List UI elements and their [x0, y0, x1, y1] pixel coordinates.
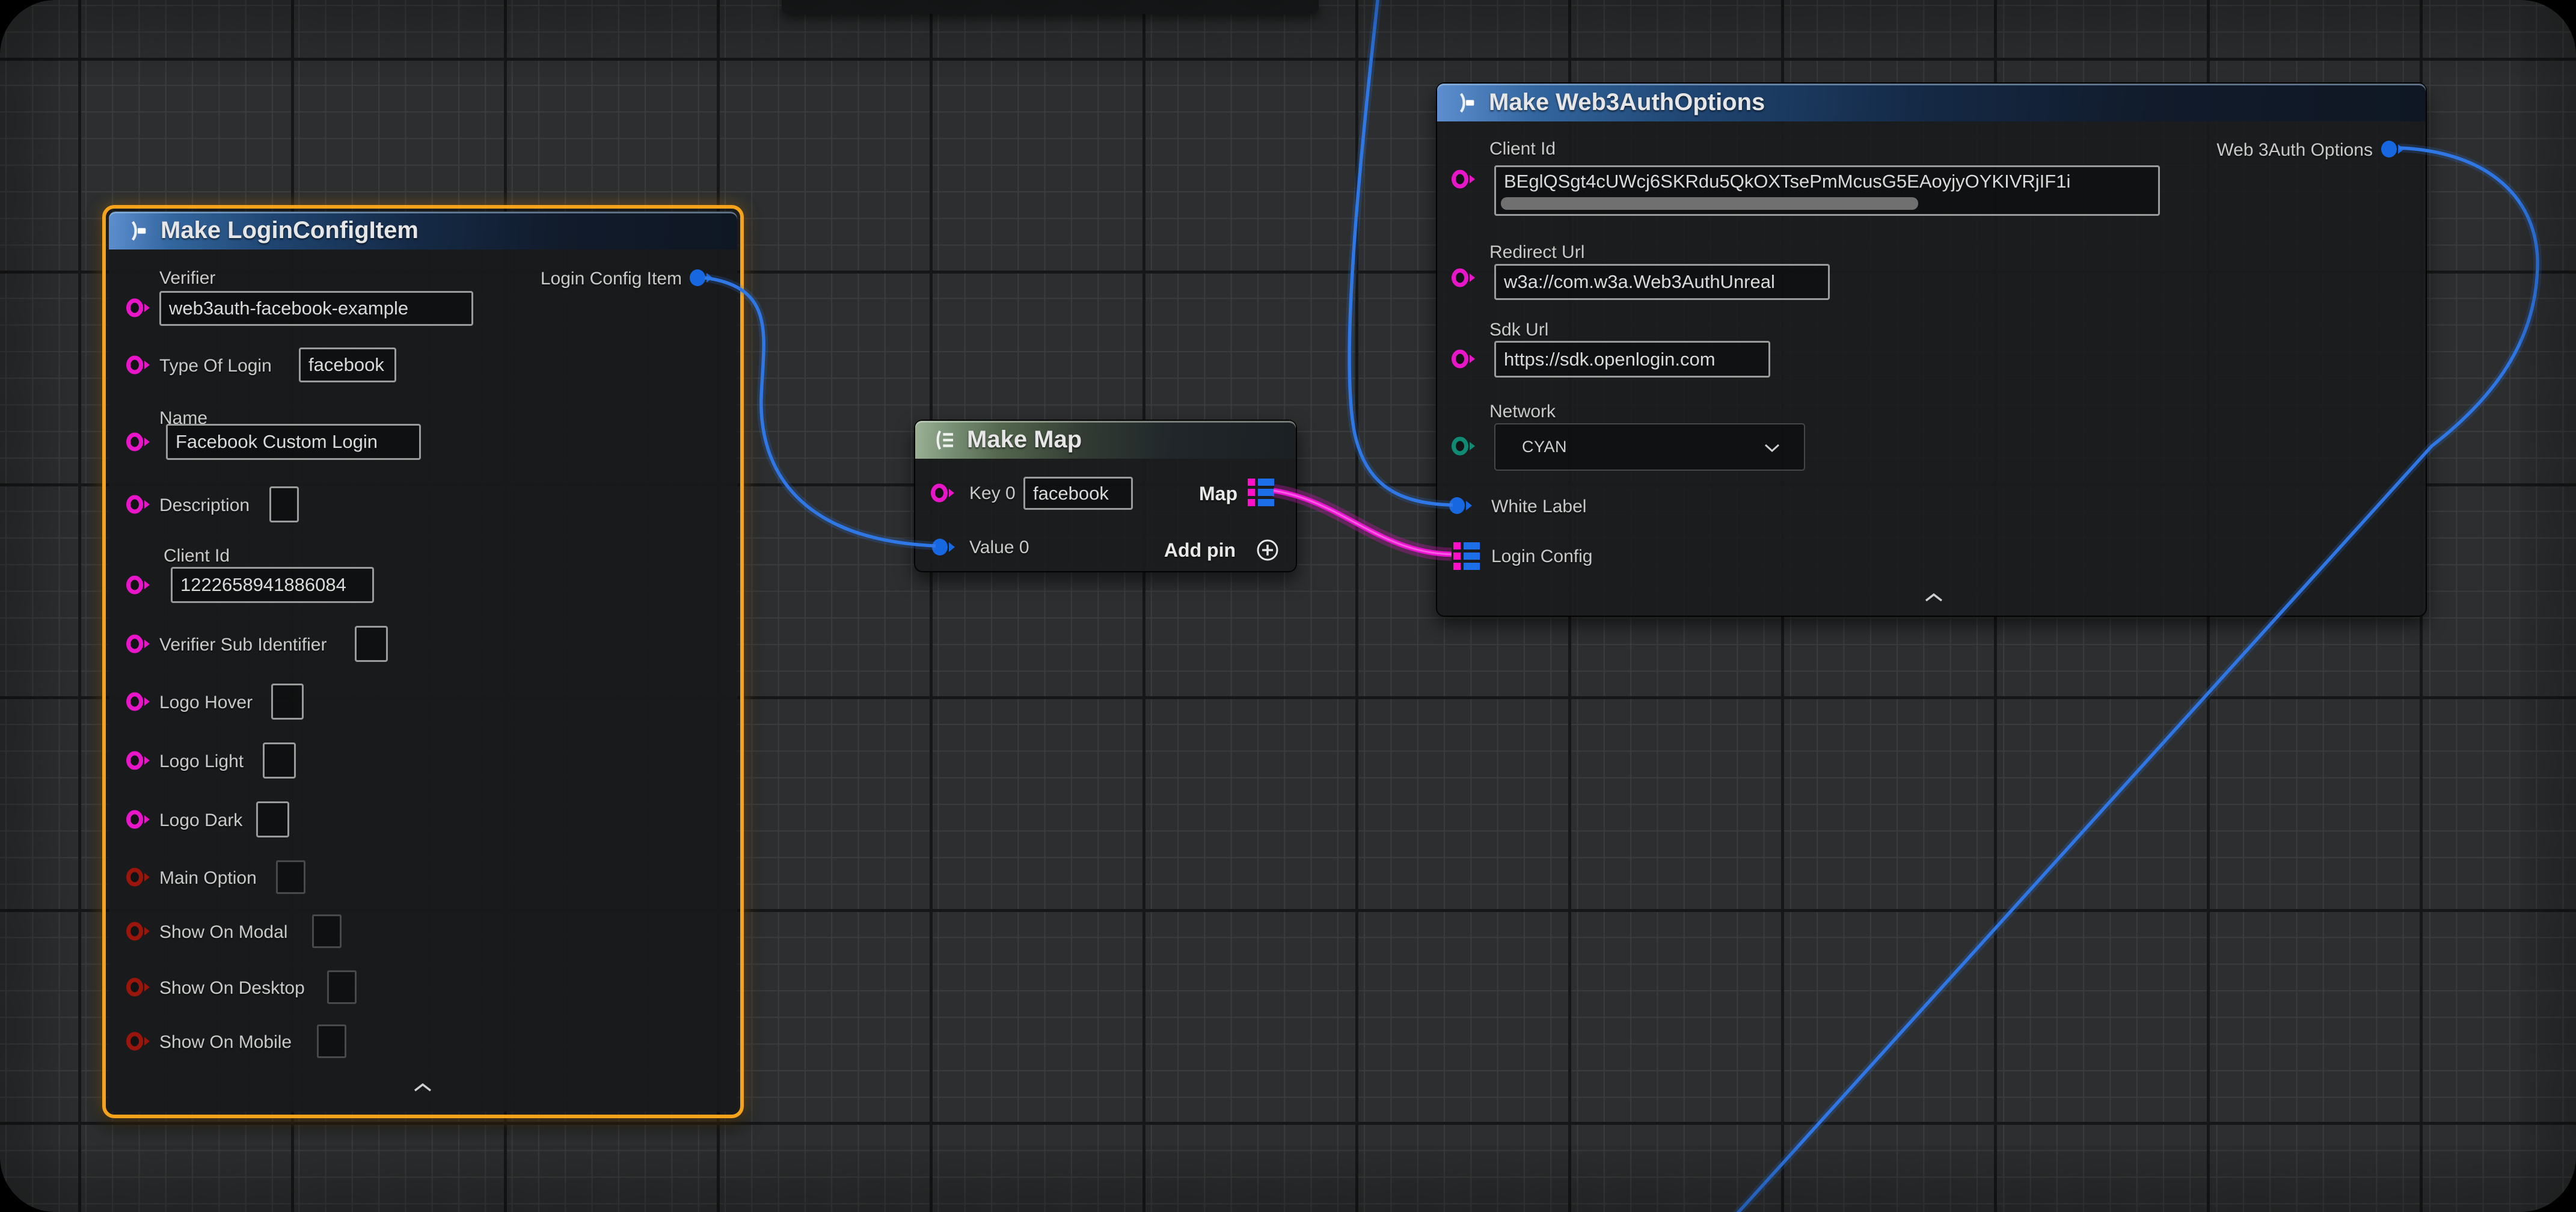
show-on-mobile-checkbox[interactable]: [317, 1024, 346, 1058]
verifier-sub-identifier-pin[interactable]: [126, 633, 153, 655]
verifier-sub-identifier-input[interactable]: [355, 626, 388, 662]
redirect-url-input[interactable]: w3a://com.w3a.Web3AuthUnreal: [1494, 264, 1830, 300]
make-struct-icon: [1454, 91, 1478, 115]
logo-dark-pin[interactable]: [126, 809, 153, 830]
node-make-web3authoptions[interactable]: Make Web3AuthOptions Web 3Auth Options C…: [1436, 82, 2427, 617]
blueprint-editor-screenshot: Make LoginConfigItem Login Config Item V…: [0, 0, 2576, 1212]
show-on-modal-checkbox[interactable]: [312, 914, 342, 948]
make-struct-icon: [126, 219, 150, 243]
pin-row-verifier-sub-identifier: Verifier Sub Identifier: [109, 626, 737, 662]
pin-row-description: Description: [109, 486, 737, 522]
pin-row-logo-light: Logo Light: [109, 742, 737, 779]
sdk-url-input[interactable]: https://sdk.openlogin.com: [1494, 341, 1770, 378]
map-output-label: Map: [1199, 483, 1237, 505]
pin-row-logo-dark: Logo Dark: [109, 801, 737, 837]
network-pin[interactable]: [1451, 435, 1479, 457]
logo-hover-input[interactable]: [271, 684, 304, 720]
redirect-url-label: Redirect Url: [1489, 242, 1584, 263]
add-pin-label[interactable]: Add pin: [1164, 539, 1236, 562]
pin-row-type-of-login: Type Of Login facebook: [109, 347, 737, 383]
web3auth-options-output-label: Web 3Auth Options: [2216, 140, 2373, 161]
verifier-pin[interactable]: [126, 297, 153, 319]
add-pin-icon[interactable]: [1255, 537, 1280, 563]
node-make-map[interactable]: Make Map Key 0 facebook Map Value 0 Add …: [914, 420, 1297, 572]
main-option-pin[interactable]: [126, 866, 153, 888]
wire-map-to-loginconfig-glow: [1274, 491, 1452, 554]
pin-row-show-on-mobile: Show On Mobile: [109, 1023, 737, 1059]
description-input[interactable]: [269, 486, 299, 522]
name-input[interactable]: Facebook Custom Login: [166, 424, 421, 460]
client-id-input[interactable]: BEglQSgt4cUWcj6SKRdu5QkOXTsePmMcusG5EAoy…: [1494, 165, 2160, 216]
name-pin[interactable]: [126, 431, 153, 453]
show-on-mobile-pin[interactable]: [126, 1030, 153, 1052]
wire-map-to-loginconfig-core: [1274, 491, 1452, 554]
graph-canvas[interactable]: Make LoginConfigItem Login Config Item V…: [0, 0, 2576, 1212]
client-id-pin[interactable]: [1451, 168, 1479, 190]
node-make-loginconfigitem[interactable]: Make LoginConfigItem Login Config Item V…: [102, 205, 744, 1118]
white-label-label: White Label: [1491, 497, 1586, 517]
description-pin[interactable]: [126, 494, 153, 515]
login-config-pin[interactable]: [1453, 542, 1480, 570]
main-option-checkbox[interactable]: [276, 860, 305, 894]
sdk-url-pin[interactable]: [1451, 348, 1479, 370]
wire-map-to-loginconfig[interactable]: [1274, 491, 1452, 554]
key0-input[interactable]: facebook: [1023, 477, 1133, 510]
output-pin-label: Login Config Item: [541, 269, 682, 289]
node-header-make-map[interactable]: Make Map: [915, 421, 1296, 459]
sdk-url-label: Sdk Url: [1489, 320, 1548, 340]
key0-pin[interactable]: [930, 482, 958, 504]
collapse-chevron-icon[interactable]: [411, 1082, 434, 1093]
pin-row-show-on-modal: Show On Modal: [109, 913, 737, 949]
client-id-pin[interactable]: [126, 574, 153, 596]
type-of-login-input[interactable]: facebook: [299, 347, 396, 382]
logo-dark-input[interactable]: [256, 801, 289, 837]
node-header-make-loginconfigitem[interactable]: Make LoginConfigItem: [109, 212, 737, 249]
login-config-item-output-pin[interactable]: [688, 267, 716, 289]
pin-row-logo-hover: Logo Hover: [109, 684, 737, 720]
value0-label: Value 0: [969, 537, 1029, 558]
pin-row-show-on-desktop: Show On Desktop: [109, 969, 737, 1005]
white-label-pin[interactable]: [1447, 495, 1475, 516]
logo-light-pin[interactable]: [126, 750, 153, 771]
network-label: Network: [1489, 402, 1556, 422]
client-id-label: Client Id: [1489, 139, 1556, 159]
type-of-login-pin[interactable]: [126, 354, 153, 376]
verifier-input[interactable]: web3auth-facebook-example: [159, 291, 473, 326]
node-title: Make LoginConfigItem: [161, 217, 419, 244]
redirect-url-pin[interactable]: [1451, 267, 1479, 289]
logo-hover-pin[interactable]: [126, 691, 153, 712]
client-id-scrollbar[interactable]: [1501, 197, 1918, 210]
pin-label-client-id: Client Id: [164, 546, 230, 566]
login-config-label: Login Config: [1491, 546, 1592, 567]
chevron-down-icon: [1763, 442, 1781, 453]
offscreen-node-edge[interactable]: [782, 0, 1319, 14]
value0-pin[interactable]: [930, 536, 958, 558]
show-on-modal-pin[interactable]: [126, 920, 153, 942]
node-title: Make Web3AuthOptions: [1489, 89, 1765, 116]
map-output-pin[interactable]: [1248, 479, 1274, 506]
key0-label: Key 0: [969, 483, 1016, 504]
make-map-icon: [932, 428, 956, 452]
logo-light-input[interactable]: [263, 742, 296, 779]
node-title: Make Map: [967, 426, 1082, 453]
pin-row-main-option: Main Option: [109, 859, 737, 895]
show-on-desktop-checkbox[interactable]: [327, 970, 357, 1004]
network-dropdown[interactable]: CYAN: [1494, 423, 1805, 471]
pin-label-verifier: Verifier: [159, 268, 215, 289]
node-header-make-web3authoptions[interactable]: Make Web3AuthOptions: [1437, 84, 2426, 121]
show-on-desktop-pin[interactable]: [126, 976, 153, 998]
client-id-input[interactable]: 1222658941886084: [171, 567, 374, 603]
collapse-chevron-icon[interactable]: [1922, 592, 1945, 603]
web3auth-options-output-pin[interactable]: [2379, 138, 2407, 160]
